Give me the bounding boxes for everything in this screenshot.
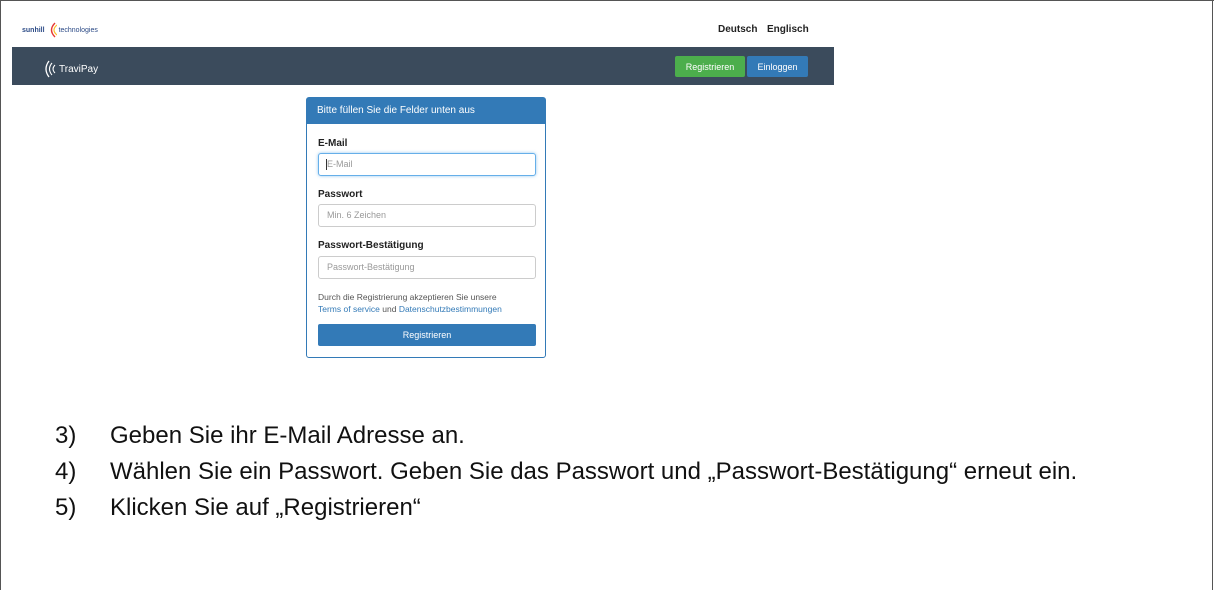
- login-nav-button[interactable]: Einloggen: [747, 56, 808, 77]
- signal-waves-icon: [45, 60, 56, 78]
- panel-heading: Bitte füllen Sie die Felder unten aus: [307, 98, 545, 124]
- brand-name: TraviPay: [59, 63, 99, 75]
- terms-notice: Durch die Registrierung akzeptieren Sie …: [318, 291, 540, 315]
- step-number: 5): [55, 494, 77, 521]
- frame-border-right: [1212, 0, 1213, 590]
- terms-and-text: und: [382, 304, 397, 314]
- step-text: Wählen Sie ein Passwort. Geben Sie das P…: [110, 458, 1078, 485]
- step-number: 3): [55, 422, 77, 449]
- step-text: Klicken Sie auf „Registrieren“: [110, 494, 421, 521]
- frame-border-top: [0, 0, 1214, 1]
- privacy-policy-link[interactable]: Datenschutzbestimmungen: [399, 304, 502, 314]
- company-logo-text-1: sunhill: [22, 26, 45, 34]
- instruction-list: 3) Geben Sie ihr E-Mail Adresse an. 4) W…: [55, 418, 1205, 526]
- frame-border-left: [0, 0, 1, 590]
- terms-of-service-link[interactable]: Terms of service: [318, 304, 380, 314]
- email-label: E-Mail: [318, 138, 348, 149]
- instruction-step: 5) Klicken Sie auf „Registrieren“: [55, 490, 1205, 526]
- language-english-link[interactable]: Englisch: [767, 24, 809, 35]
- register-nav-button[interactable]: Registrieren: [675, 56, 745, 77]
- password-label: Passwort: [318, 189, 363, 200]
- instruction-step: 4) Wählen Sie ein Passwort. Geben Sie da…: [55, 454, 1205, 490]
- company-logo-text-2: technologies: [58, 26, 98, 34]
- step-text: Geben Sie ihr E-Mail Adresse an.: [110, 422, 465, 449]
- email-input[interactable]: E-Mail: [318, 153, 536, 176]
- step-number: 4): [55, 458, 77, 485]
- password-confirm-label: Passwort-Bestätigung: [318, 240, 424, 251]
- password-confirm-input[interactable]: Passwort-Bestätigung: [318, 256, 536, 279]
- terms-text: Durch die Registrierung akzeptieren Sie …: [318, 292, 497, 302]
- signal-waves-icon: [50, 22, 57, 38]
- registration-panel: Bitte füllen Sie die Felder unten aus E-…: [306, 97, 546, 358]
- travipay-logo[interactable]: TraviPay: [42, 60, 99, 78]
- instruction-step: 3) Geben Sie ihr E-Mail Adresse an.: [55, 418, 1205, 454]
- register-submit-button[interactable]: Registrieren: [318, 324, 536, 346]
- language-german-link[interactable]: Deutsch: [718, 24, 757, 35]
- password-input[interactable]: Min. 6 Zeichen: [318, 204, 536, 227]
- company-logo: sunhill technologies: [22, 22, 98, 38]
